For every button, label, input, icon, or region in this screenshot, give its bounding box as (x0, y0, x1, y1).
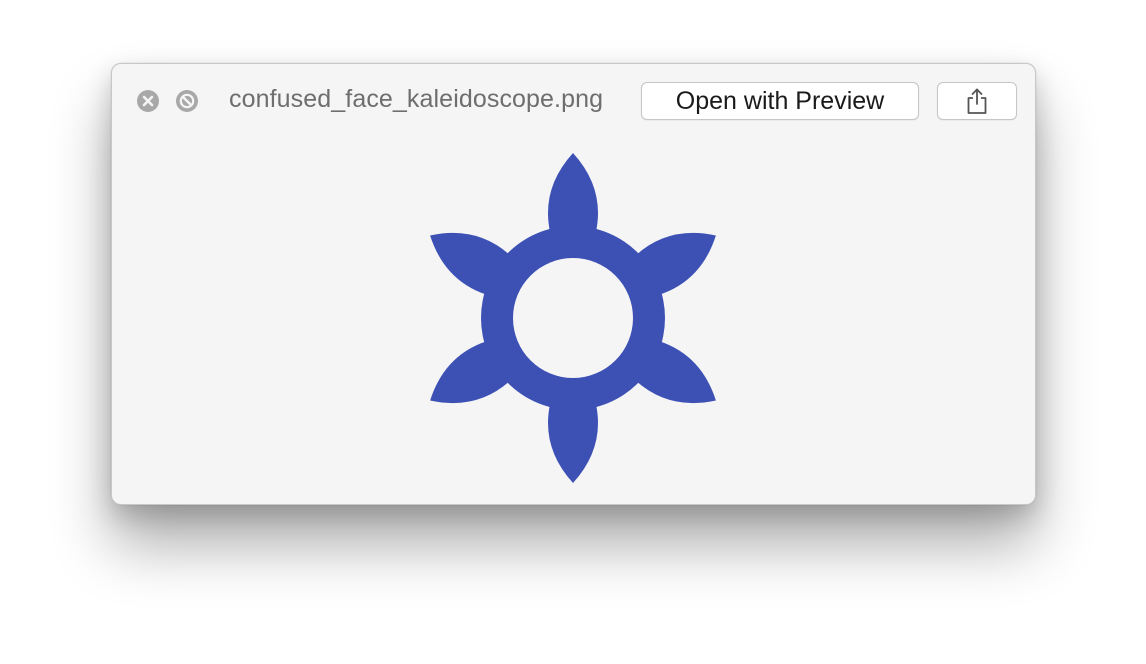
close-icon (142, 95, 154, 107)
close-button[interactable] (137, 90, 159, 112)
file-name-title: confused_face_kaleidoscope.png (229, 85, 604, 113)
open-with-preview-button[interactable]: Open with Preview (641, 82, 919, 120)
flower-icon (430, 153, 716, 483)
fullscreen-icon (179, 93, 195, 109)
share-icon (967, 88, 987, 114)
titlebar: confused_face_kaleidoscope.png Open with… (112, 64, 1035, 138)
share-button[interactable] (937, 82, 1017, 120)
preview-area (112, 138, 1035, 504)
desktop-backdrop: confused_face_kaleidoscope.png Open with… (0, 0, 1146, 664)
fullscreen-button[interactable] (176, 90, 198, 112)
quicklook-window: confused_face_kaleidoscope.png Open with… (111, 63, 1036, 505)
